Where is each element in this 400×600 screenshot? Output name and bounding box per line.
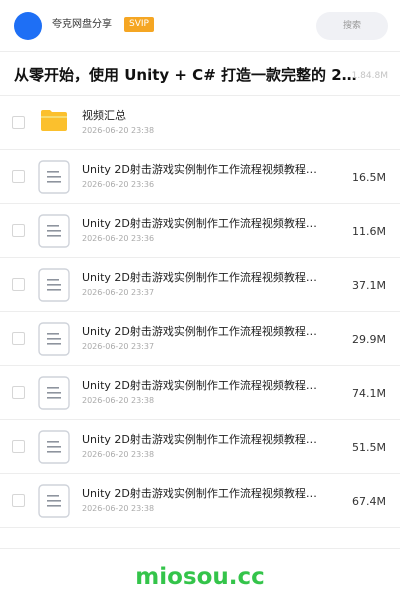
- file-row[interactable]: Unity 2D射击游戏实例制作工作流程视频教程1.mp4 2026-06-20 …: [0, 150, 400, 204]
- header: 夸克网盘分享 SVIP 搜索: [0, 0, 400, 52]
- item-size: 51.5M: [352, 441, 386, 454]
- footer: miosou.cc: [0, 548, 400, 600]
- item-date: 2026-06-20 23:38: [82, 126, 155, 135]
- document-icon: [38, 268, 70, 302]
- document-icon: [38, 430, 70, 464]
- file-row[interactable]: Unity 2D射击游戏实例制作工作流程视频教程5.mp4 2026-06-20 …: [0, 366, 400, 420]
- file-row[interactable]: Unity 2D射击游戏实例制作工作流程视频教程7.mp4 2026-06-20 …: [0, 474, 400, 528]
- item-name[interactable]: 视频汇总: [82, 108, 322, 123]
- owner-name[interactable]: 夸克网盘分享: [52, 18, 112, 32]
- document-icon: [38, 376, 70, 410]
- item-name[interactable]: Unity 2D射击游戏实例制作工作流程视频教程6.mp4: [82, 432, 322, 447]
- select-checkbox[interactable]: [12, 440, 25, 453]
- item-name[interactable]: Unity 2D射击游戏实例制作工作流程视频教程7.mp4: [82, 486, 322, 501]
- item-size: 16.5M: [352, 171, 386, 184]
- avatar[interactable]: [14, 12, 42, 40]
- item-name[interactable]: Unity 2D射击游戏实例制作工作流程视频教程5.mp4: [82, 378, 322, 393]
- document-icon: [38, 322, 70, 356]
- share-total-size: 1.84.8M: [351, 71, 388, 81]
- item-size: 37.1M: [352, 279, 386, 292]
- item-date: 2026-06-20 23:37: [82, 288, 155, 297]
- svip-badge: SVIP: [124, 17, 154, 32]
- select-checkbox[interactable]: [12, 332, 25, 345]
- file-row[interactable]: Unity 2D射击游戏实例制作工作流程视频教程6.mp4 2026-06-20 …: [0, 420, 400, 474]
- item-size: 74.1M: [352, 387, 386, 400]
- folder-icon: [40, 108, 68, 132]
- file-row[interactable]: Unity 2D射击游戏实例制作工作流程视频教程3.mp4 2026-06-20 …: [0, 258, 400, 312]
- item-name[interactable]: Unity 2D射击游戏实例制作工作流程视频教程3.mp4: [82, 270, 322, 285]
- folder-row[interactable]: 视频汇总 2026-06-20 23:38: [0, 96, 400, 150]
- item-date: 2026-06-20 23:38: [82, 450, 155, 459]
- select-checkbox[interactable]: [12, 224, 25, 237]
- item-date: 2026-06-20 23:37: [82, 342, 155, 351]
- item-size: 67.4M: [352, 495, 386, 508]
- select-checkbox[interactable]: [12, 278, 25, 291]
- select-checkbox[interactable]: [12, 386, 25, 399]
- share-title: 从零开始，使用 Unity + C# 打造一款完整的 2D 射击游戏: [14, 66, 366, 84]
- item-name[interactable]: Unity 2D射击游戏实例制作工作流程视频教程1.mp4: [82, 162, 322, 177]
- document-icon: [38, 214, 70, 248]
- item-date: 2026-06-20 23:36: [82, 234, 155, 243]
- item-date: 2026-06-20 23:38: [82, 504, 155, 513]
- file-row[interactable]: Unity 2D射击游戏实例制作工作流程视频教程2.mp4 2026-06-20 …: [0, 204, 400, 258]
- document-icon: [38, 484, 70, 518]
- item-size: 11.6M: [352, 225, 386, 238]
- select-checkbox[interactable]: [12, 494, 25, 507]
- item-date: 2026-06-20 23:36: [82, 180, 155, 189]
- document-icon: [38, 160, 70, 194]
- share-title-bar: 从零开始，使用 Unity + C# 打造一款完整的 2D 射击游戏 1.84.…: [0, 52, 400, 96]
- search-button[interactable]: 搜索: [316, 12, 388, 40]
- item-date: 2026-06-20 23:38: [82, 396, 155, 405]
- file-row[interactable]: Unity 2D射击游戏实例制作工作流程视频教程4.mp4 2026-06-20 …: [0, 312, 400, 366]
- item-name[interactable]: Unity 2D射击游戏实例制作工作流程视频教程4.mp4: [82, 324, 322, 339]
- brand-watermark: miosou.cc: [135, 564, 265, 590]
- select-checkbox[interactable]: [12, 116, 25, 129]
- item-size: 29.9M: [352, 333, 386, 346]
- item-name[interactable]: Unity 2D射击游戏实例制作工作流程视频教程2.mp4: [82, 216, 322, 231]
- select-checkbox[interactable]: [12, 170, 25, 183]
